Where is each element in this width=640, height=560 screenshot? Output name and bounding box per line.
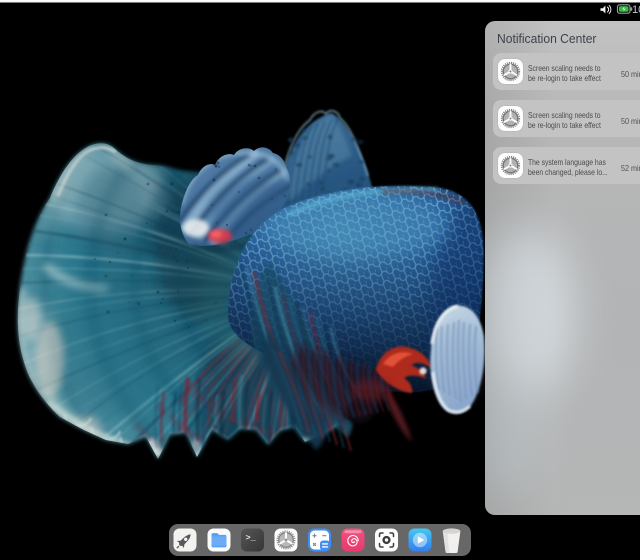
- svg-text:>_: >_: [246, 533, 257, 543]
